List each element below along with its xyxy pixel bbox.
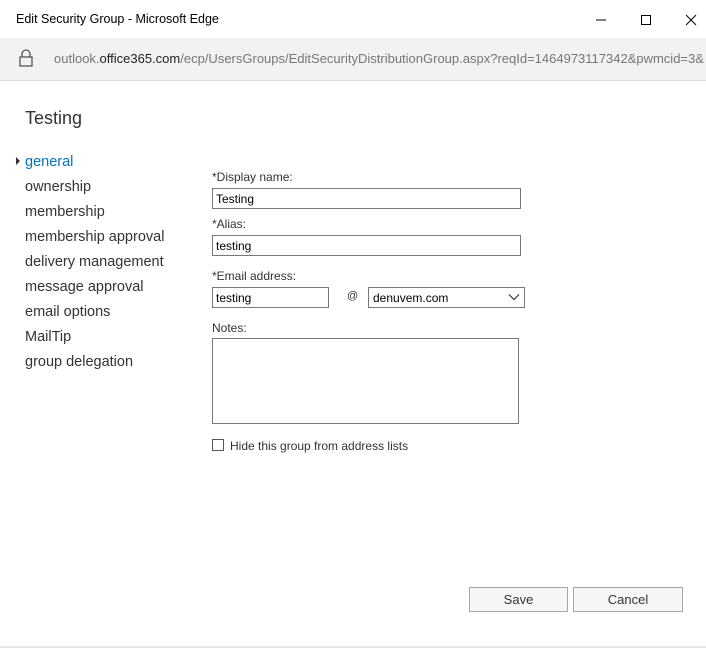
- url-host: office365.com: [99, 51, 181, 66]
- alias-field[interactable]: testing: [212, 235, 521, 256]
- maximize-button[interactable]: [623, 6, 669, 34]
- url-path: /ecp/UsersGroups/EditSecurityDistributio…: [180, 51, 704, 66]
- domain-select[interactable]: denuvem.com: [368, 287, 525, 308]
- alias-label: *Alias:: [212, 217, 247, 231]
- url-prefix: outlook.: [54, 51, 100, 66]
- selected-arrow-icon: [16, 157, 20, 165]
- domain-value: denuvem.com: [373, 291, 449, 305]
- nav-item-mailtip[interactable]: MailTip: [25, 327, 164, 352]
- nav-item-ownership[interactable]: ownership: [25, 177, 164, 202]
- nav-item-general[interactable]: general: [16, 152, 164, 177]
- display-name-label: *Display name:: [212, 170, 293, 184]
- url-text[interactable]: outlook.office365.com/ecp/UsersGroups/Ed…: [54, 51, 704, 66]
- nav-item-email-options[interactable]: email options: [25, 302, 164, 327]
- close-icon: [685, 14, 697, 26]
- nav-item-group-delegation[interactable]: group delegation: [25, 352, 164, 377]
- hide-from-address-lists-checkbox[interactable]: [212, 439, 224, 451]
- side-nav: general ownership membership membership …: [16, 152, 164, 377]
- email-address-label: *Email address:: [212, 269, 297, 283]
- window-title: Edit Security Group - Microsoft Edge: [16, 12, 219, 26]
- nav-item-membership[interactable]: membership: [25, 202, 164, 227]
- notes-label: Notes:: [212, 321, 247, 335]
- minimize-icon: [596, 19, 606, 21]
- nav-item-message-approval[interactable]: message approval: [25, 277, 164, 302]
- notes-textarea[interactable]: [212, 338, 519, 424]
- edge-popup-window: Edit Security Group - Microsoft Edge out…: [0, 0, 706, 648]
- maximize-icon: [641, 15, 651, 25]
- display-name-field[interactable]: Testing: [212, 188, 521, 209]
- minimize-button[interactable]: [578, 6, 624, 34]
- nav-item-membership-approval[interactable]: membership approval: [25, 227, 164, 252]
- email-local-part-field[interactable]: testing: [212, 287, 329, 308]
- page-title: Testing: [25, 108, 83, 128]
- address-bar[interactable]: outlook.office365.com/ecp/UsersGroups/Ed…: [0, 38, 706, 81]
- close-window-button[interactable]: [668, 6, 706, 34]
- hide-from-address-lists-label: Hide this group from address lists: [230, 439, 409, 453]
- lock-icon: [19, 49, 33, 67]
- at-sign: @: [347, 290, 359, 302]
- nav-item-delivery-management[interactable]: delivery management: [25, 252, 164, 277]
- title-bar: Edit Security Group - Microsoft Edge: [0, 0, 706, 38]
- save-button[interactable]: Save: [469, 587, 568, 612]
- cancel-button[interactable]: Cancel: [573, 587, 683, 612]
- chevron-down-icon: [508, 294, 520, 301]
